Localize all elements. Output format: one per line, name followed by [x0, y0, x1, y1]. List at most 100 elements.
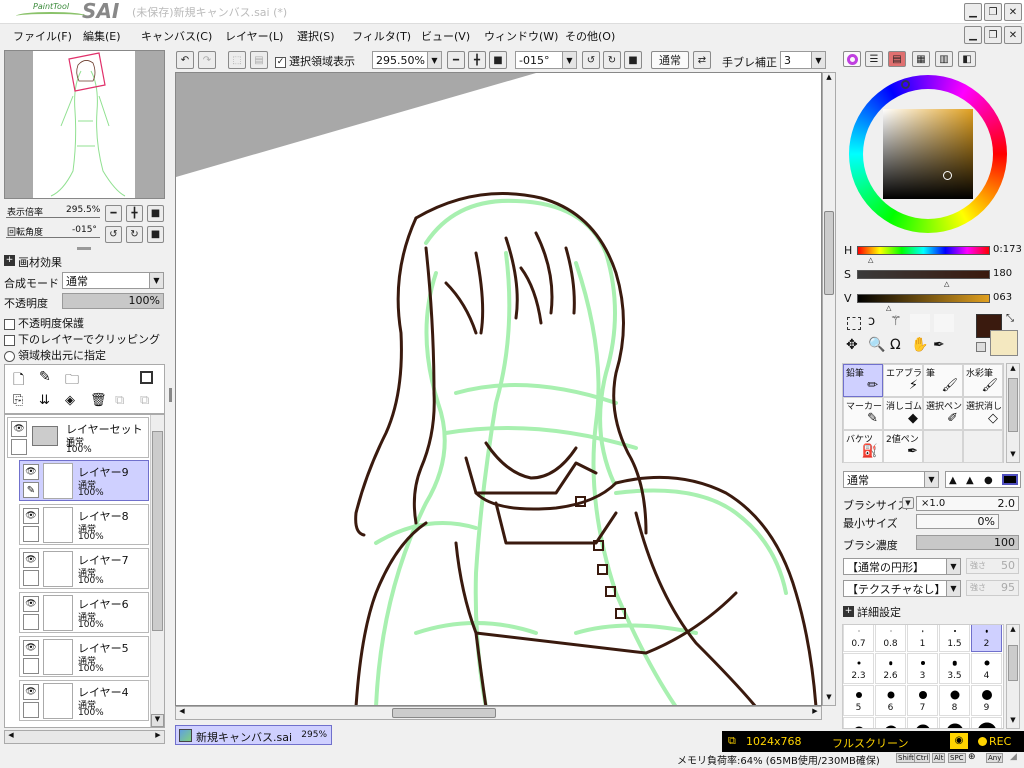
- brush-size-preset[interactable]: 2.6: [875, 653, 906, 684]
- layer-list-scrollbar[interactable]: ▼: [150, 415, 164, 727]
- menu-layer[interactable]: レイヤー(L): [225, 28, 283, 44]
- zoom-select[interactable]: 295.50% ▼: [372, 51, 442, 69]
- rgb-slider-tab[interactable]: ☰: [865, 51, 883, 67]
- tip-soft-icon[interactable]: ●: [984, 475, 993, 486]
- delete-layer-icon[interactable]: 🗑: [90, 393, 107, 408]
- canvas-vscroll[interactable]: ▲ ▼: [822, 72, 836, 706]
- value-pointer[interactable]: △: [886, 304, 891, 312]
- rotate-reset-button[interactable]: ■: [147, 226, 164, 243]
- brush-size-preset[interactable]: [843, 717, 874, 728]
- brush-size-mult-dropdown[interactable]: ▼: [902, 497, 914, 509]
- opacity-slider[interactable]: 100%: [62, 293, 164, 309]
- layer-edit-slot[interactable]: [23, 570, 39, 586]
- zoom-reset-button[interactable]: ■: [147, 205, 164, 222]
- brush-size-preset[interactable]: [971, 717, 1002, 728]
- texture-effect-expand-icon[interactable]: +: [4, 255, 15, 266]
- toolbar-rotate-right-button[interactable]: ↻: [603, 51, 621, 69]
- brush-size-preset[interactable]: 3: [907, 653, 938, 684]
- window-resize-grip-icon[interactable]: ◢: [1010, 752, 1017, 762]
- rotate-left-button[interactable]: ↺: [105, 226, 122, 243]
- detail-settings-expand-icon[interactable]: +: [843, 606, 854, 617]
- new-linework-layer-icon[interactable]: ✎: [39, 369, 51, 385]
- layer-row[interactable]: 👁 レイヤー8 通常 100%: [19, 504, 149, 545]
- hue-pointer[interactable]: △: [868, 256, 873, 264]
- brush-size-preset[interactable]: 3.5: [939, 653, 970, 684]
- eye-icon[interactable]: 👁: [23, 552, 39, 568]
- layer-list-hscroll[interactable]: ◀ ▶: [4, 730, 165, 744]
- blend-view-button[interactable]: 通常: [651, 51, 689, 69]
- navigator-zoom-track[interactable]: [6, 217, 100, 218]
- color-wheel[interactable]: [849, 75, 1007, 233]
- scroll-down-icon[interactable]: ▼: [823, 693, 835, 705]
- layer-row[interactable]: 👁 レイヤー7 通常 100%: [19, 548, 149, 589]
- toolbar-zoom-in-button[interactable]: ╋: [468, 51, 486, 69]
- scroll-down-icon[interactable]: ▼: [151, 714, 164, 727]
- swatch-tab[interactable]: ▥: [935, 51, 953, 67]
- tool-pencil[interactable]: 鉛筆 ✏: [843, 364, 883, 397]
- layer-set-row[interactable]: 👁 レイヤーセット1 通常 100%: [7, 417, 149, 458]
- rotate-icon[interactable]: Ω: [890, 337, 901, 353]
- undo-button[interactable]: ↶: [176, 51, 194, 69]
- menu-canvas[interactable]: キャンバス(C): [141, 28, 212, 44]
- scroll-thumb[interactable]: [1008, 378, 1018, 432]
- tool-airbrush[interactable]: エアブラシ⚡: [883, 364, 923, 397]
- blend-mode-select[interactable]: 通常 ▼: [62, 272, 164, 289]
- transparent-color-icon[interactable]: [976, 342, 986, 352]
- layer-edit-slot[interactable]: [23, 702, 39, 718]
- eye-icon[interactable]: 👁: [23, 464, 39, 480]
- recorder-window-icon[interactable]: ⧉: [728, 734, 736, 748]
- menu-view[interactable]: ビュー(V): [421, 28, 470, 44]
- tip-medium-icon[interactable]: ▲: [966, 475, 974, 486]
- pencil-icon[interactable]: ✎: [23, 482, 39, 498]
- zoom-out-button[interactable]: ━: [105, 205, 122, 222]
- left-panel-splitter[interactable]: [169, 388, 172, 402]
- brush-size-preset[interactable]: 9: [971, 685, 1002, 716]
- tool-brush[interactable]: 筆 🖌: [923, 364, 963, 397]
- toolbar-rotate-reset-button[interactable]: ■: [624, 51, 642, 69]
- tool-watercolor[interactable]: 水彩筆 🖌: [963, 364, 1003, 397]
- brush-size-preset[interactable]: [939, 717, 970, 728]
- selection-display-option[interactable]: ✓ 選択領域表示: [275, 53, 355, 69]
- selection-source-radio[interactable]: [4, 350, 15, 362]
- brush-blend-select[interactable]: 通常 ▼: [843, 471, 939, 488]
- hue-slider[interactable]: [857, 246, 990, 255]
- tool-marker[interactable]: マーカー ✎: [843, 397, 883, 430]
- scroll-up-icon[interactable]: ▲: [823, 73, 835, 85]
- eye-icon[interactable]: 👁: [23, 596, 39, 612]
- scroll-down-icon[interactable]: ▼: [1007, 450, 1019, 462]
- brush-size-preset[interactable]: [907, 717, 938, 728]
- selection-source-option[interactable]: 領域検出元に指定: [4, 347, 106, 363]
- detail-settings-label[interactable]: 詳細設定: [857, 604, 901, 620]
- rect-select-icon[interactable]: [847, 317, 861, 330]
- layer-row[interactable]: 👁 レイヤー6 通常 100%: [19, 592, 149, 633]
- stabilizer-select[interactable]: 3 ▼: [780, 51, 826, 69]
- layer-edit-slot[interactable]: [23, 614, 39, 630]
- camera-icon[interactable]: ◉: [950, 733, 968, 749]
- canvas-tab[interactable]: 新規キャンバス.sai 295%: [175, 725, 332, 745]
- protect-opacity-option[interactable]: 不透明度保護: [4, 315, 84, 331]
- hue-marker[interactable]: [901, 80, 910, 89]
- redo-button[interactable]: ↷: [198, 51, 216, 69]
- menu-select[interactable]: 選択(S): [297, 28, 335, 44]
- merge-down-icon[interactable]: ⇊: [39, 393, 50, 408]
- brush-size-preset[interactable]: 4: [971, 653, 1002, 684]
- brush-size-preset[interactable]: 5: [843, 685, 874, 716]
- toolbar-zoom-out-button[interactable]: ━: [447, 51, 465, 69]
- layer-edit-slot[interactable]: [23, 526, 39, 542]
- brush-size-preset[interactable]: 1.5: [939, 625, 970, 652]
- tool-bucket[interactable]: バケツ ⛽: [843, 430, 883, 463]
- tool-select-eraser[interactable]: 選択消し ◇: [963, 397, 1003, 430]
- clip-below-option[interactable]: 下のレイヤーでクリッピング: [4, 331, 160, 347]
- zoom-in-button[interactable]: ╋: [126, 205, 143, 222]
- brush-size-preset[interactable]: 8: [939, 685, 970, 716]
- brush-size-preset[interactable]: 0.7: [843, 625, 874, 652]
- clear-layer-icon[interactable]: ◈: [65, 393, 75, 408]
- saturation-slider[interactable]: [857, 270, 990, 279]
- scroll-left-icon[interactable]: ◀: [176, 707, 188, 719]
- value-slider[interactable]: [857, 294, 990, 303]
- protect-opacity-checkbox[interactable]: [4, 318, 15, 330]
- scroll-up-icon[interactable]: ▲: [1007, 625, 1019, 637]
- close-button[interactable]: ✕: [1004, 3, 1022, 21]
- canvas-viewport[interactable]: [175, 72, 822, 706]
- eye-icon[interactable]: 👁: [23, 684, 39, 700]
